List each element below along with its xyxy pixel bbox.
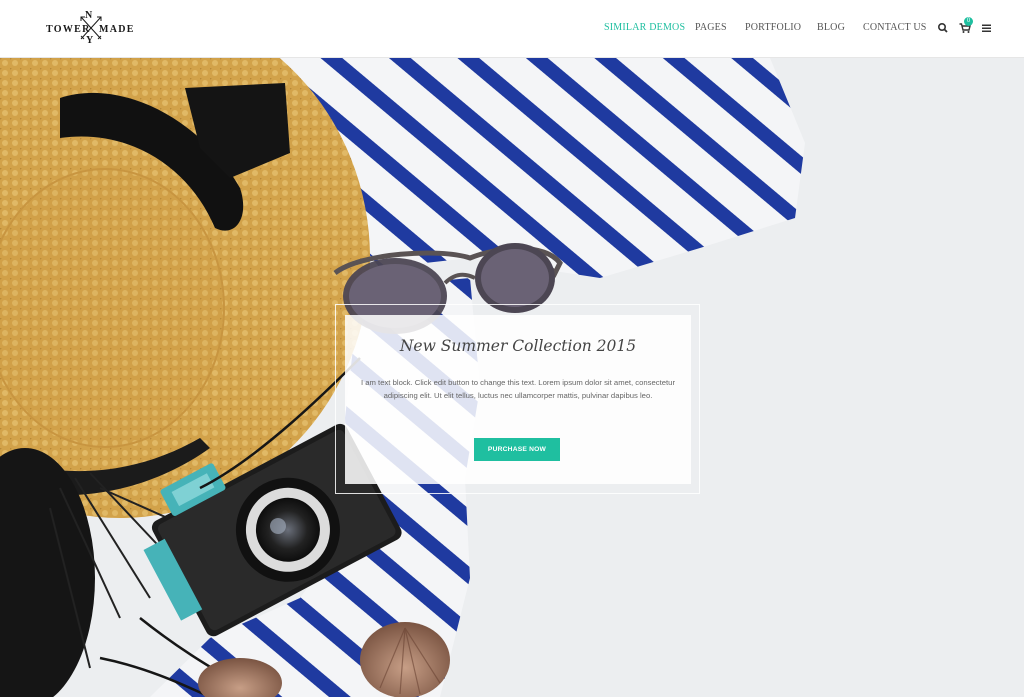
nav-contact-us[interactable]: CONTACT US <box>863 22 927 33</box>
search-icon[interactable] <box>936 21 950 35</box>
nav-similar-demos[interactable]: SIMILAR DEMOS <box>604 22 685 33</box>
nav-pages[interactable]: PAGES <box>695 22 727 33</box>
hero-text: I am text block. Click edit button to ch… <box>360 378 676 401</box>
logo-right-word: MADE <box>99 24 135 35</box>
menu-icon[interactable] <box>980 21 994 35</box>
content-box: New Summer Collection 2015 I am text blo… <box>345 315 691 484</box>
cart-count-badge: 0 <box>964 17 973 26</box>
hero-title: New Summer Collection 2015 <box>399 337 637 355</box>
site-header: TOWER N Y MADE SIMILAR DEMOS PAGES PORTF… <box>0 0 1024 58</box>
nav-portfolio[interactable]: PORTFOLIO <box>745 22 801 33</box>
logo-bottom-letter: Y <box>86 35 94 46</box>
purchase-now-button[interactable]: PURCHASE NOW <box>474 438 560 461</box>
nav-blog[interactable]: BLOG <box>817 22 845 33</box>
logo[interactable]: TOWER N Y MADE <box>44 10 136 48</box>
